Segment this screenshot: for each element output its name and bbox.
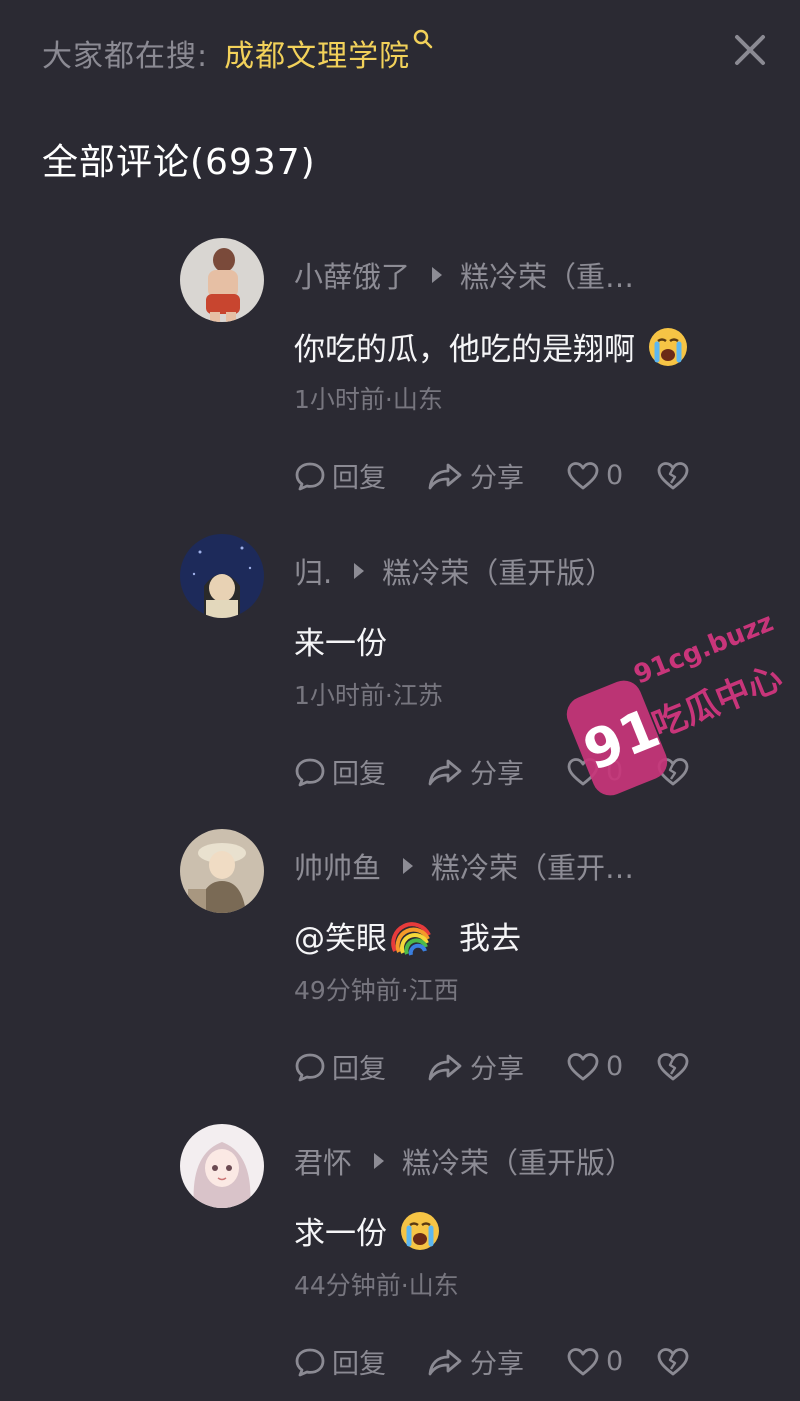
search-suggestion-bar: 大家都在搜: 成都文理学院 <box>42 28 434 78</box>
comment-text-row: @笑眼 我去 <box>294 913 521 958</box>
comment-text-row: 你吃的瓜，他吃的是翔啊 <box>294 324 689 369</box>
reply-button[interactable]: 回复 <box>294 456 426 495</box>
comments-title: 全部评论(6937) <box>42 142 316 183</box>
avatar[interactable] <box>180 534 264 618</box>
share-button[interactable]: 分享 <box>426 1342 566 1381</box>
search-icon[interactable] <box>412 28 434 50</box>
comment-meta: 归. 糕冷荣（重开版） <box>294 550 614 592</box>
dislike-button[interactable] <box>656 1346 690 1378</box>
reply-button[interactable]: 回复 <box>294 1047 426 1086</box>
comment-author[interactable]: 归. <box>294 550 332 592</box>
reply-label: 回复 <box>332 759 386 790</box>
comment-text: 我去 <box>459 921 521 957</box>
dislike-button[interactable] <box>656 460 690 492</box>
comment-actions: 回复 分享 0 <box>294 1342 690 1381</box>
share-icon <box>428 463 462 489</box>
comment-time-location: 44分钟前·山东 <box>294 1271 459 1300</box>
comment-author[interactable]: 小薛饿了 <box>294 254 410 296</box>
reply-button[interactable]: 回复 <box>294 1342 426 1381</box>
comment-meta: 小薛饿了 糕冷荣（重… <box>294 254 634 296</box>
reply-label: 回复 <box>332 463 386 494</box>
reply-button[interactable]: 回复 <box>294 752 426 791</box>
comment-reply-to[interactable]: 糕冷荣（重开… <box>431 845 634 887</box>
dislike-button[interactable] <box>656 756 690 788</box>
close-icon[interactable] <box>730 30 770 70</box>
comment-actions: 回复 分享 0 <box>294 752 690 791</box>
crying-face-icon <box>399 1210 441 1252</box>
comment-actions: 回复 分享 0 <box>294 1047 690 1086</box>
comment-meta: 君怀 糕冷荣（重开版） <box>294 1140 634 1182</box>
search-suggestion-label: 大家都在搜: <box>42 39 209 74</box>
like-count: 0 <box>606 460 624 491</box>
comment-text: 求一份 <box>294 1216 387 1252</box>
avatar[interactable] <box>180 829 264 913</box>
like-count: 0 <box>606 756 624 787</box>
heart-icon <box>567 1347 599 1375</box>
search-suggestion-query[interactable]: 成都文理学院 <box>224 31 410 75</box>
share-label: 分享 <box>470 759 524 790</box>
like-count: 0 <box>606 1346 624 1377</box>
comment-item: 小薛饿了 糕冷荣（重… 你吃的瓜，他吃的是翔啊 1小时前·山东 回复 分享 0 <box>180 238 780 508</box>
comment-time-location: 49分钟前·江西 <box>294 976 459 1005</box>
comment-text: 你吃的瓜，他吃的是翔啊 <box>294 332 635 368</box>
comment-author[interactable]: 帅帅鱼 <box>294 845 381 887</box>
share-button[interactable]: 分享 <box>426 752 566 791</box>
comment-author[interactable]: 君怀 <box>294 1140 352 1182</box>
comment-actions: 回复 分享 0 <box>294 456 690 495</box>
broken-heart-icon <box>657 461 689 489</box>
share-icon <box>428 759 462 785</box>
reply-label: 回复 <box>332 1349 386 1380</box>
rainbow-icon <box>391 915 433 957</box>
share-button[interactable]: 分享 <box>426 1047 566 1086</box>
broken-heart-icon <box>657 1052 689 1080</box>
reply-label: 回复 <box>332 1054 386 1085</box>
reply-arrow-icon <box>403 858 414 874</box>
reply-icon <box>295 1348 325 1376</box>
heart-icon <box>567 757 599 785</box>
comment-reply-to[interactable]: 糕冷荣（重… <box>460 254 634 296</box>
broken-heart-icon <box>657 1347 689 1375</box>
share-icon <box>428 1054 462 1080</box>
like-button[interactable]: 0 <box>566 460 656 492</box>
heart-icon <box>567 1052 599 1080</box>
comment-time-location: 1小时前·山东 <box>294 385 443 414</box>
share-label: 分享 <box>470 1054 524 1085</box>
crying-face-icon <box>647 326 689 368</box>
like-button[interactable]: 0 <box>566 1346 656 1378</box>
comment-text: 来一份 <box>294 626 387 662</box>
comment-item: 归. 糕冷荣（重开版） 来一份 1小时前·江苏 回复 分享 0 <box>180 534 780 804</box>
heart-icon <box>567 461 599 489</box>
like-button[interactable]: 0 <box>566 756 656 788</box>
reply-arrow-icon <box>432 267 443 283</box>
broken-heart-icon <box>657 757 689 785</box>
reply-arrow-icon <box>374 1153 385 1169</box>
comment-item: 帅帅鱼 糕冷荣（重开… @笑眼 我去 49分钟前·江西 回复 分享 0 <box>180 829 780 1099</box>
comment-text-row: 求一份 <box>294 1208 441 1253</box>
comment-reply-to[interactable]: 糕冷荣（重开版） <box>382 550 614 592</box>
comment-text-row: 来一份 <box>294 618 387 663</box>
comment-time-location: 1小时前·江苏 <box>294 681 443 710</box>
reply-icon <box>295 1053 325 1081</box>
comment-meta: 帅帅鱼 糕冷荣（重开… <box>294 845 634 887</box>
share-label: 分享 <box>470 463 524 494</box>
reply-icon <box>295 462 325 490</box>
reply-arrow-icon <box>354 563 365 579</box>
share-button[interactable]: 分享 <box>426 456 566 495</box>
dislike-button[interactable] <box>656 1051 690 1083</box>
like-count: 0 <box>606 1051 624 1082</box>
like-button[interactable]: 0 <box>566 1051 656 1083</box>
comment-item: 君怀 糕冷荣（重开版） 求一份 44分钟前·山东 回复 分享 0 <box>180 1124 780 1394</box>
avatar[interactable] <box>180 1124 264 1208</box>
avatar[interactable] <box>180 238 264 322</box>
comment-reply-to[interactable]: 糕冷荣（重开版） <box>402 1140 634 1182</box>
share-label: 分享 <box>470 1349 524 1380</box>
reply-icon <box>295 758 325 786</box>
share-icon <box>428 1349 462 1375</box>
comment-mention[interactable]: @笑眼 <box>294 913 387 958</box>
